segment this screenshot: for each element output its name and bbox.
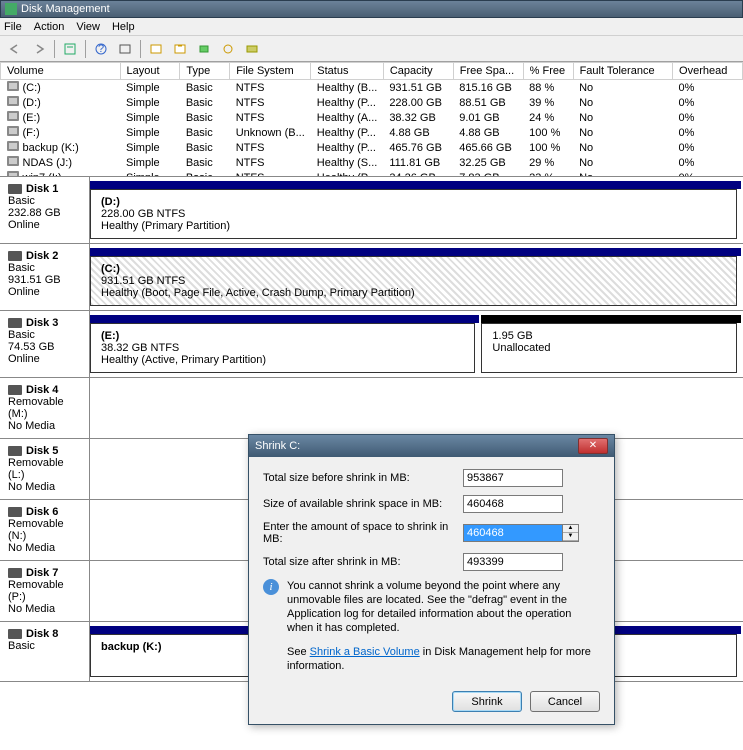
disk-info: Disk 5Removable (L:)No Media: [0, 439, 90, 499]
forward-button[interactable]: [28, 39, 50, 59]
shrink-button[interactable]: Shrink: [452, 691, 522, 712]
back-button[interactable]: [4, 39, 26, 59]
dialog-titlebar[interactable]: Shrink C: ✕: [249, 435, 614, 457]
tool-icon-4[interactable]: [217, 39, 239, 59]
volume-row[interactable]: backup (K:)SimpleBasicNTFSHealthy (P...4…: [1, 140, 743, 155]
disk-info: Disk 6Removable (N:)No Media: [0, 500, 90, 560]
shrink-dialog: Shrink C: ✕ Total size before shrink in …: [248, 434, 615, 725]
volume-row[interactable]: (E:)SimpleBasicNTFSHealthy (A...38.32 GB…: [1, 110, 743, 125]
disk-icon: [8, 318, 22, 328]
partition[interactable]: (E:)38.32 GB NTFSHealthy (Active, Primar…: [90, 323, 475, 373]
info-text-1: You cannot shrink a volume beyond the po…: [287, 579, 600, 635]
column-header[interactable]: Capacity: [383, 63, 453, 80]
column-header[interactable]: File System: [230, 63, 311, 80]
disk-row[interactable]: Disk 3Basic74.53 GBOnline(E:)38.32 GB NT…: [0, 311, 743, 378]
column-header[interactable]: Fault Tolerance: [573, 63, 672, 80]
disk-info: Disk 3Basic74.53 GBOnline: [0, 311, 90, 377]
menu-file[interactable]: File: [4, 21, 22, 33]
help-link[interactable]: Shrink a Basic Volume: [310, 646, 420, 658]
volume-row[interactable]: (F:)SimpleBasicUnknown (B...Healthy (P..…: [1, 125, 743, 140]
total-after-field: [463, 553, 563, 571]
toolbar: ?: [0, 36, 743, 62]
disk-row[interactable]: Disk 1Basic232.88 GBOnline(D:)228.00 GB …: [0, 177, 743, 244]
drive-icon: [7, 156, 19, 166]
window-title: Disk Management: [21, 3, 110, 15]
disk-info: Disk 4Removable (M:)No Media: [0, 378, 90, 438]
disk-icon: [8, 184, 22, 194]
window-titlebar[interactable]: Disk Management: [0, 0, 743, 18]
disk-row[interactable]: Disk 4Removable (M:)No Media: [0, 378, 743, 439]
partition[interactable]: (D:)228.00 GB NTFSHealthy (Primary Parti…: [90, 189, 737, 239]
spinner-down-icon[interactable]: ▼: [563, 533, 578, 541]
info-icon: i: [263, 579, 279, 595]
spinner-up-icon[interactable]: ▲: [563, 525, 578, 533]
disk-icon: [8, 446, 22, 456]
disk-icon: [8, 568, 22, 578]
menu-help[interactable]: Help: [112, 21, 135, 33]
dialog-title: Shrink C:: [255, 440, 300, 452]
column-header[interactable]: Status: [311, 63, 384, 80]
enter-label: Enter the amount of space to shrink in M…: [263, 521, 463, 545]
avail-label: Size of available shrink space in MB:: [263, 498, 463, 510]
disk-icon: [8, 507, 22, 517]
total-before-label: Total size before shrink in MB:: [263, 472, 463, 484]
disk-info: Disk 2Basic931.51 GBOnline: [0, 244, 90, 310]
disk-empty: [90, 378, 743, 438]
tool-icon-3[interactable]: [193, 39, 215, 59]
volume-row[interactable]: NDAS (J:)SimpleBasicNTFSHealthy (S...111…: [1, 155, 743, 170]
properties-icon[interactable]: [59, 39, 81, 59]
svg-text:?: ?: [98, 43, 104, 55]
app-icon: [5, 3, 17, 15]
drive-icon: [7, 141, 19, 151]
total-after-label: Total size after shrink in MB:: [263, 556, 463, 568]
drive-icon: [7, 96, 19, 106]
help-icon[interactable]: ?: [90, 39, 112, 59]
disk-icon: [8, 251, 22, 261]
drive-icon: [7, 111, 19, 121]
settings-icon[interactable]: [114, 39, 136, 59]
volume-row[interactable]: win7 (I:)SimpleBasicNTFSHealthy (P...34.…: [1, 170, 743, 177]
partition[interactable]: 1.95 GBUnallocated: [481, 323, 737, 373]
tool-icon-2[interactable]: [169, 39, 191, 59]
spinner[interactable]: ▲▼: [563, 524, 579, 542]
tool-icon-1[interactable]: [145, 39, 167, 59]
column-header[interactable]: Type: [180, 63, 230, 80]
menu-action[interactable]: Action: [34, 21, 65, 33]
volume-row[interactable]: (C:)SimpleBasicNTFSHealthy (B...931.51 G…: [1, 80, 743, 96]
disk-icon: [8, 629, 22, 639]
info-text-2: See Shrink a Basic Volume in Disk Manage…: [287, 645, 600, 673]
disk-row[interactable]: Disk 2Basic931.51 GBOnline(C:)931.51 GB …: [0, 244, 743, 311]
disk-icon: [8, 385, 22, 395]
column-header[interactable]: Free Spa...: [453, 63, 523, 80]
column-header[interactable]: % Free: [523, 63, 573, 80]
avail-field: [463, 495, 563, 513]
volume-list[interactable]: VolumeLayoutTypeFile SystemStatusCapacit…: [0, 62, 743, 177]
column-header[interactable]: Layout: [120, 63, 180, 80]
menu-view[interactable]: View: [76, 21, 100, 33]
tool-icon-5[interactable]: [241, 39, 263, 59]
volume-row[interactable]: (D:)SimpleBasicNTFSHealthy (P...228.00 G…: [1, 95, 743, 110]
menu-bar: File Action View Help: [0, 18, 743, 36]
total-before-field: [463, 469, 563, 487]
disk-info: Disk 7Removable (P:)No Media: [0, 561, 90, 621]
column-header[interactable]: Overhead: [673, 63, 743, 80]
close-icon[interactable]: ✕: [578, 438, 608, 454]
column-header[interactable]: Volume: [1, 63, 121, 80]
disk-info: Disk 8Basic: [0, 622, 90, 681]
drive-icon: [7, 126, 19, 136]
shrink-amount-input[interactable]: [463, 524, 563, 542]
cancel-button[interactable]: Cancel: [530, 691, 600, 712]
disk-info: Disk 1Basic232.88 GBOnline: [0, 177, 90, 243]
partition[interactable]: (C:)931.51 GB NTFSHealthy (Boot, Page Fi…: [90, 256, 737, 306]
drive-icon: [7, 81, 19, 91]
